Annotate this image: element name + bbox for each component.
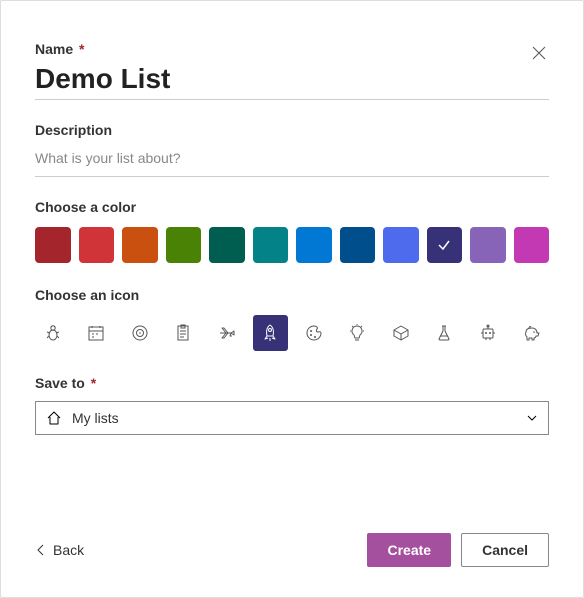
description-label: Description xyxy=(35,122,549,138)
color-swatch-red[interactable] xyxy=(79,227,115,263)
target-icon xyxy=(130,323,150,343)
color-swatch-periwinkle[interactable] xyxy=(383,227,419,263)
calendar-icon xyxy=(86,323,106,343)
required-marker: * xyxy=(91,375,96,391)
icon-option-flask[interactable] xyxy=(427,315,463,351)
cube-icon xyxy=(391,323,411,343)
color-swatches xyxy=(35,227,549,263)
color-swatch-dark-teal[interactable] xyxy=(209,227,245,263)
rocket-icon xyxy=(260,323,280,343)
flask-icon xyxy=(434,323,454,343)
save-to-value: My lists xyxy=(72,410,516,426)
color-section: Choose a color xyxy=(35,199,549,287)
close-icon xyxy=(532,46,546,60)
robot-icon xyxy=(478,323,498,343)
save-to-section: Save to * My lists xyxy=(35,375,549,435)
color-swatch-blue[interactable] xyxy=(296,227,332,263)
lightbulb-icon xyxy=(347,323,367,343)
dialog-footer: Back Create Cancel xyxy=(35,513,549,567)
piggy-bank-icon xyxy=(521,323,541,343)
choose-icon-label: Choose an icon xyxy=(35,287,549,303)
color-swatch-pink[interactable] xyxy=(514,227,550,263)
icon-option-clipboard[interactable] xyxy=(166,315,202,351)
home-icon xyxy=(46,410,62,426)
required-marker: * xyxy=(79,41,84,57)
color-swatch-dark-blue[interactable] xyxy=(340,227,376,263)
icon-option-bug[interactable] xyxy=(35,315,71,351)
chevron-down-icon xyxy=(526,412,538,424)
color-swatch-teal[interactable] xyxy=(253,227,289,263)
icon-option-cube[interactable] xyxy=(383,315,419,351)
icon-option-lightbulb[interactable] xyxy=(340,315,376,351)
name-label: Name * xyxy=(35,41,549,57)
back-button[interactable]: Back xyxy=(35,542,84,558)
clipboard-icon xyxy=(173,323,193,343)
choose-color-label: Choose a color xyxy=(35,199,549,215)
create-button[interactable]: Create xyxy=(367,533,451,567)
create-list-dialog: Name * Description Choose a color Choose… xyxy=(0,0,584,598)
icon-option-target[interactable] xyxy=(122,315,158,351)
icon-section: Choose an icon xyxy=(35,287,549,375)
description-input[interactable] xyxy=(35,144,549,172)
color-swatch-dark-purple[interactable] xyxy=(427,227,463,263)
icon-option-palette[interactable] xyxy=(296,315,332,351)
icon-option-piggy-bank[interactable] xyxy=(514,315,550,351)
name-field-section: Name * xyxy=(35,41,549,100)
icon-row xyxy=(35,315,549,351)
save-to-label: Save to * xyxy=(35,375,549,391)
bug-icon xyxy=(43,323,63,343)
palette-icon xyxy=(304,323,324,343)
color-swatch-purple[interactable] xyxy=(470,227,506,263)
icon-option-calendar[interactable] xyxy=(79,315,115,351)
icon-option-airplane[interactable] xyxy=(209,315,245,351)
name-input[interactable] xyxy=(35,63,549,95)
close-button[interactable] xyxy=(529,43,549,63)
name-label-text: Name xyxy=(35,41,73,57)
save-to-dropdown[interactable]: My lists xyxy=(35,401,549,435)
cancel-button[interactable]: Cancel xyxy=(461,533,549,567)
icon-option-rocket[interactable] xyxy=(253,315,289,351)
color-swatch-green[interactable] xyxy=(166,227,202,263)
color-swatch-dark-red[interactable] xyxy=(35,227,71,263)
color-swatch-orange[interactable] xyxy=(122,227,158,263)
icon-option-robot[interactable] xyxy=(470,315,506,351)
check-icon xyxy=(436,237,452,253)
chevron-left-icon xyxy=(35,543,47,557)
back-label: Back xyxy=(53,542,84,558)
save-to-label-text: Save to xyxy=(35,375,85,391)
description-field-section: Description xyxy=(35,122,549,177)
airplane-icon xyxy=(217,323,237,343)
